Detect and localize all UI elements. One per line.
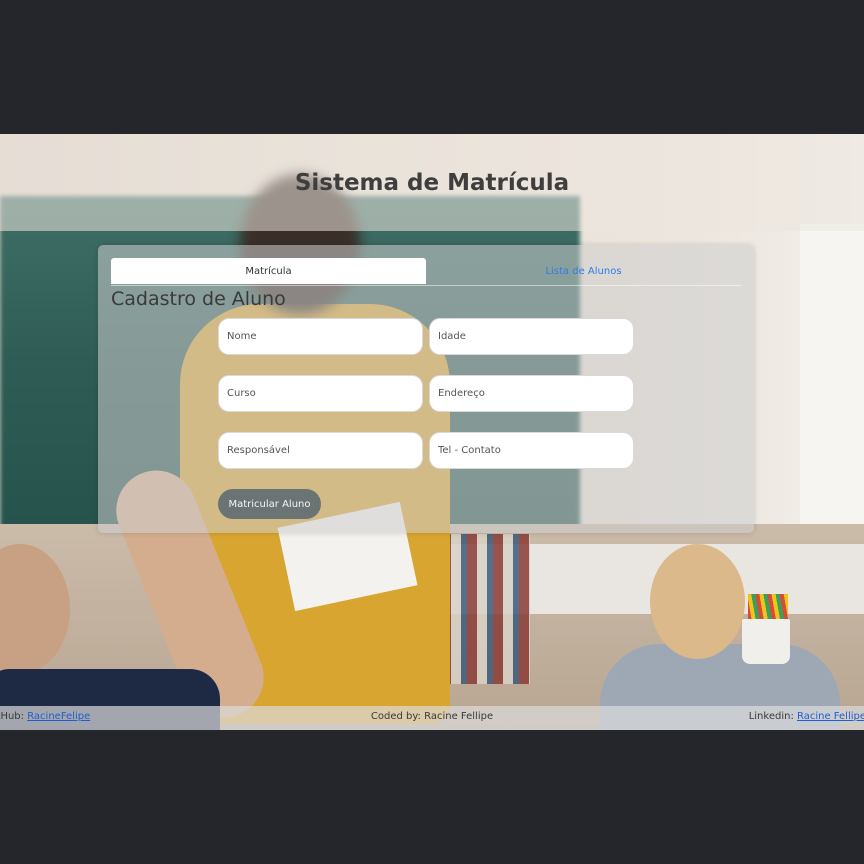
page-footer: GitHub: RacineFelipe Coded by: Racine Fe… <box>0 706 864 730</box>
app-viewport: Sistema de Matrícula Matrícula Lista de … <box>0 134 864 730</box>
nome-input[interactable] <box>218 318 423 355</box>
page-title: Sistema de Matrícula <box>294 169 570 196</box>
page-header: Sistema de Matrícula <box>0 134 864 231</box>
tab-bar: Matrícula Lista de Alunos <box>111 258 741 286</box>
telefone-input[interactable] <box>429 432 634 469</box>
tab-matricula[interactable]: Matrícula <box>111 258 426 284</box>
coded-by-credit: Coded by: Racine Fellipe <box>370 711 494 722</box>
linkedin-link[interactable]: Racine Fellipe <box>797 711 864 722</box>
enrollment-card: Matrícula Lista de Alunos Cadastro de Al… <box>98 245 754 533</box>
endereco-input[interactable] <box>429 375 634 412</box>
form-title: Cadastro de Aluno <box>111 288 286 310</box>
responsavel-input[interactable] <box>218 432 423 469</box>
curso-input[interactable] <box>218 375 423 412</box>
idade-input[interactable] <box>429 318 634 355</box>
matricular-aluno-button[interactable]: Matricular Aluno <box>218 489 321 519</box>
student-figure <box>650 544 745 659</box>
linkedin-credit: Linkedin: Racine Fellipe <box>748 711 864 722</box>
tab-lista-de-alunos[interactable]: Lista de Alunos <box>426 258 741 284</box>
